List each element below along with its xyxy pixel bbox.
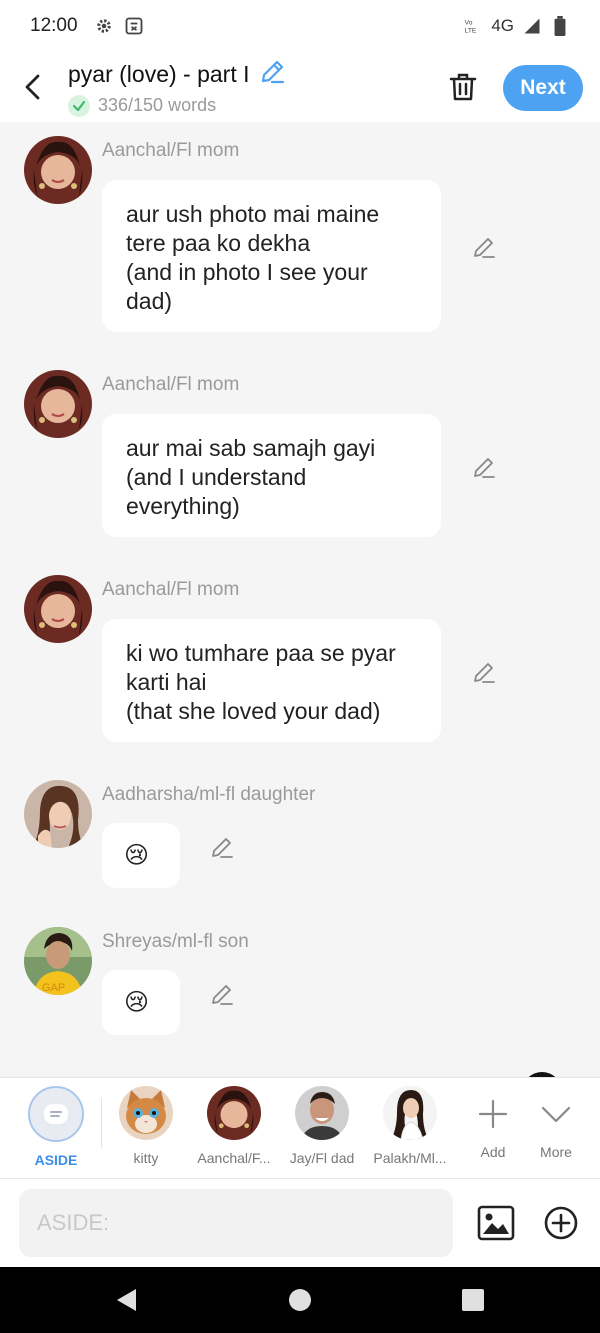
add-more-button[interactable] — [541, 1203, 581, 1243]
edit-title-icon[interactable] — [258, 58, 286, 91]
pencil-icon — [474, 238, 495, 258]
edit-message-button[interactable] — [208, 834, 236, 862]
svg-text:Vo: Vo — [465, 19, 473, 26]
message-bubble[interactable]: 😢 — [102, 970, 180, 1035]
battery-icon — [550, 16, 570, 36]
character-aside[interactable]: ASIDE — [16, 1086, 96, 1168]
word-count: 336/150 words — [98, 95, 217, 115]
circle-home-icon — [289, 1289, 311, 1311]
avatar — [119, 1086, 173, 1140]
edit-message-button[interactable] — [208, 981, 236, 1009]
svg-text:GAP: GAP — [42, 982, 65, 994]
triangle-back-icon — [117, 1289, 136, 1311]
app-notification-icon — [124, 16, 144, 36]
avatar[interactable] — [24, 370, 92, 438]
sender-name: Aanchal/Fl mom — [102, 579, 240, 600]
character-label: kitty — [133, 1150, 159, 1166]
pencil-icon — [474, 458, 495, 478]
chat-area[interactable]: Aanchal/Fl mom aur ush photo mai maine t… — [0, 122, 600, 1077]
message-input[interactable] — [19, 1189, 453, 1257]
delete-button[interactable] — [440, 66, 486, 108]
signal-icon — [522, 16, 542, 36]
settings-gear-icon — [94, 16, 114, 36]
message-bubble[interactable]: aur mai sab samajh gayi (and I understan… — [102, 414, 441, 537]
message-bubble[interactable]: aur ush photo mai maine tere paa ko dekh… — [102, 180, 441, 332]
nav-recents-button[interactable] — [460, 1287, 486, 1313]
character-kitty[interactable]: kitty — [106, 1086, 186, 1166]
add-character-button[interactable]: Add — [463, 1086, 523, 1160]
image-icon — [477, 1205, 515, 1241]
system-nav-bar — [0, 1267, 600, 1333]
character-palakh[interactable]: Palakh/Ml... — [370, 1086, 450, 1166]
divider — [101, 1098, 102, 1148]
avatar — [383, 1086, 437, 1140]
more-label: More — [540, 1144, 572, 1160]
character-strip: ASIDE kitty Aanchal/F... Jay/Fl dad Pala… — [0, 1077, 600, 1178]
character-label: Palakh/Ml... — [373, 1150, 447, 1166]
check-icon — [68, 94, 90, 117]
story-title: pyar (love) - part I — [68, 60, 250, 87]
more-button[interactable]: More — [526, 1086, 586, 1160]
message-bubble[interactable]: 😢 — [102, 823, 180, 888]
plus-icon — [478, 1099, 508, 1129]
avatar[interactable]: GAP — [24, 927, 92, 995]
aside-icon — [28, 1086, 84, 1142]
character-jay[interactable]: Jay/Fl dad — [282, 1086, 362, 1166]
back-button[interactable] — [6, 52, 62, 122]
character-label: Jay/Fl dad — [289, 1150, 355, 1166]
sender-name: Aadharsha/ml-fl daughter — [102, 784, 316, 805]
nav-home-button[interactable] — [287, 1287, 313, 1313]
message-bubble[interactable]: ki wo tumhare paa se pyar karti hai (tha… — [102, 619, 441, 742]
avatar — [207, 1086, 261, 1140]
avatar[interactable] — [24, 780, 92, 848]
status-bar: 12:00 Vo LTE 4G — [0, 0, 600, 52]
add-image-button[interactable] — [476, 1203, 516, 1243]
character-label: ASIDE — [34, 1152, 78, 1168]
chevron-down-icon — [541, 1106, 571, 1123]
trash-icon — [449, 73, 477, 101]
sender-name: Aanchal/Fl mom — [102, 140, 240, 161]
title-block: pyar (love) - part I 336/150 words — [68, 58, 286, 117]
chevron-left-icon — [25, 74, 40, 100]
pencil-icon — [474, 663, 495, 683]
edit-message-button[interactable] — [470, 234, 498, 262]
sender-name: Shreyas/ml-fl son — [102, 931, 249, 952]
add-label: Add — [480, 1144, 506, 1160]
network-type: 4G — [491, 16, 514, 35]
volte-icon: Vo LTE — [463, 16, 483, 36]
add-circle-icon — [544, 1206, 578, 1240]
avatar[interactable] — [24, 136, 92, 204]
sender-name: Aanchal/Fl mom — [102, 374, 240, 395]
pencil-icon — [212, 985, 233, 1005]
character-label: Aanchal/F... — [197, 1150, 271, 1166]
svg-text:LTE: LTE — [465, 28, 477, 35]
pencil-icon — [212, 838, 233, 858]
composer-bar — [0, 1178, 600, 1267]
character-aanchal[interactable]: Aanchal/F... — [194, 1086, 274, 1166]
status-time: 12:00 — [30, 15, 78, 36]
nav-back-button[interactable] — [114, 1287, 140, 1313]
avatar[interactable] — [24, 575, 92, 643]
next-button[interactable]: Next — [503, 65, 583, 111]
avatar — [295, 1086, 349, 1140]
edit-message-button[interactable] — [470, 454, 498, 482]
square-recents-icon — [462, 1289, 484, 1311]
story-header: pyar (love) - part I 336/150 words Next — [0, 52, 600, 122]
edit-message-button[interactable] — [470, 659, 498, 687]
